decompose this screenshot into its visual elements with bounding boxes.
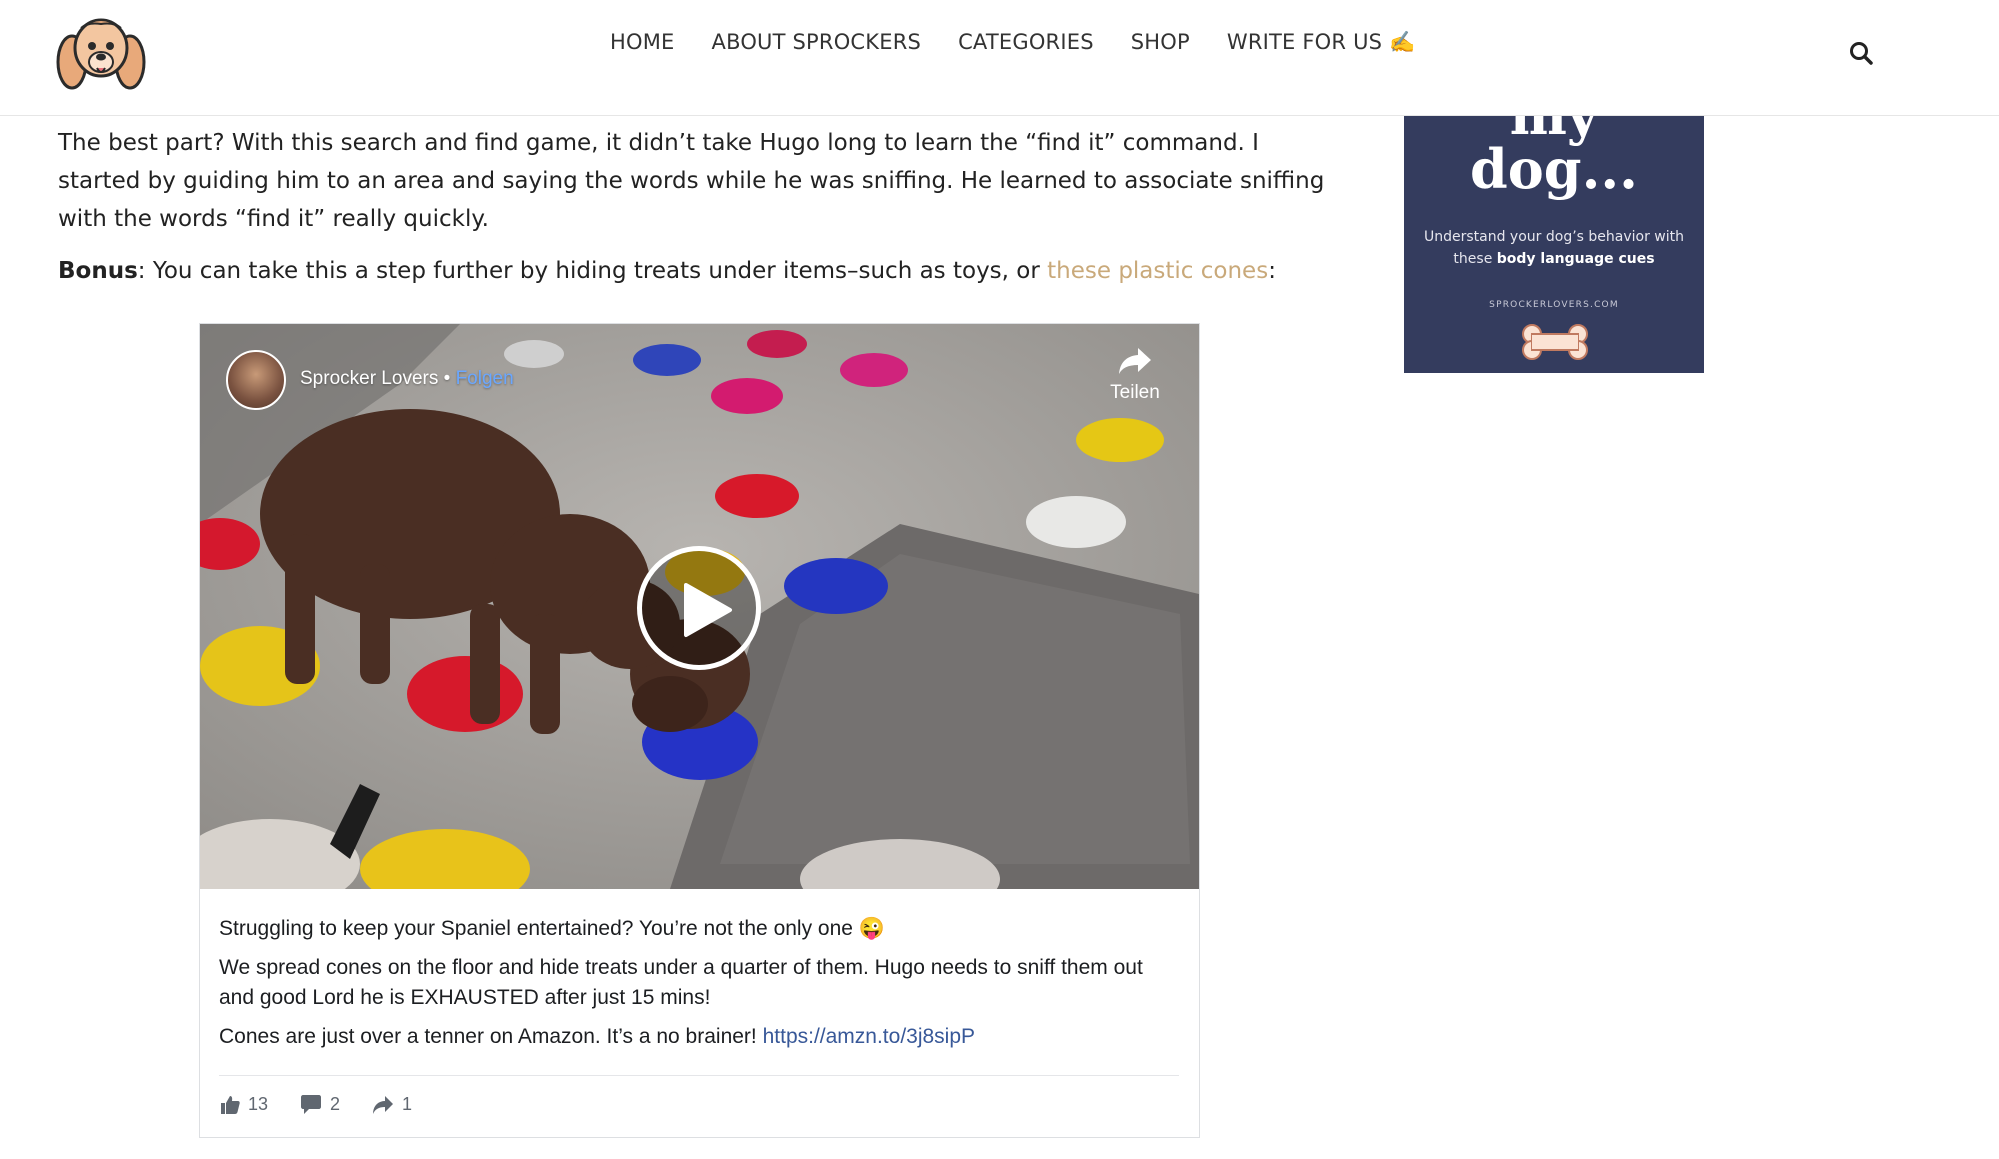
bonus-label: Bonus [58, 258, 138, 284]
site-logo[interactable] [56, 10, 146, 94]
facebook-video-embed: Sprocker Lovers • Folgen Teilen Struggli… [199, 323, 1200, 1138]
nav-categories[interactable]: CATEGORIES [958, 30, 1094, 55]
caption-line-1: Struggling to keep your Spaniel entertai… [219, 917, 885, 940]
share-arrow-icon [1119, 348, 1151, 374]
like-count: 13 [248, 1094, 269, 1114]
bone-icon [1522, 324, 1588, 360]
caption-line-3: Cones are just over a tenner on Amazon. … [219, 1025, 976, 1048]
separator: • [438, 368, 456, 389]
comment-action[interactable]: 2 [300, 1094, 340, 1115]
bonus-end: : [1268, 258, 1276, 284]
amazon-link[interactable]: https://amzn.to/3j8sipP [763, 1025, 975, 1048]
spaniel-dog-logo-icon [56, 18, 146, 90]
article-paragraph: The best part? With this search and find… [58, 130, 1325, 232]
like-action[interactable]: 13 [220, 1094, 268, 1115]
site-header: HOME ABOUT SPROCKERS CATEGORIES SHOP WRI… [0, 0, 1999, 116]
nav-shop[interactable]: SHOP [1131, 30, 1190, 55]
thumbs-up-icon [221, 1095, 240, 1114]
sidebar-ad-banner[interactable]: my dog... Understand your dog’s behavior… [1404, 116, 1704, 373]
main-nav: HOME ABOUT SPROCKERS CATEGORIES SHOP WRI… [610, 30, 1415, 55]
plastic-cones-link[interactable]: these plastic cones [1047, 258, 1268, 284]
nav-home[interactable]: HOME [610, 30, 675, 55]
page-name-text[interactable]: Sprocker Lovers [300, 368, 438, 389]
video-player[interactable]: Sprocker Lovers • Folgen Teilen [200, 324, 1199, 889]
share-label: Teilen [1110, 382, 1160, 403]
nav-about-sprockers[interactable]: ABOUT SPROCKERS [712, 30, 922, 55]
play-icon [684, 583, 732, 637]
bonus-paragraph: Bonus: You can take this a step further … [58, 252, 1328, 290]
search-button[interactable] [1848, 40, 1876, 68]
ad-site-name: SPROCKERLOVERS.COM [1489, 300, 1619, 310]
bonus-text: : You can take this a step further by hi… [137, 258, 1048, 284]
follow-link[interactable]: Folgen [456, 368, 514, 389]
caption-line-2: We spread cones on the floor and hide tr… [219, 956, 1143, 1009]
comment-count: 2 [330, 1094, 341, 1114]
share-button[interactable]: Teilen [1105, 346, 1165, 404]
ad-subtitle: Understand your dog’s behavior with thes… [1423, 229, 1684, 267]
share-action[interactable]: 1 [372, 1094, 412, 1115]
play-button[interactable] [637, 546, 761, 670]
nav-write-for-us[interactable]: WRITE FOR US ✍️ [1227, 30, 1416, 55]
page-name: Sprocker Lovers • Folgen [300, 368, 514, 390]
comment-icon [301, 1094, 322, 1114]
post-actions: 13 2 1 [220, 1094, 412, 1115]
page-avatar[interactable] [226, 350, 286, 410]
search-icon [1850, 42, 1873, 65]
post-caption: Struggling to keep your Spaniel entertai… [219, 914, 1179, 1061]
share-icon [373, 1095, 394, 1114]
share-count: 1 [402, 1094, 413, 1114]
divider [219, 1075, 1179, 1076]
article-body: The best part? With this search and find… [58, 124, 1328, 290]
ad-title: my dog... [1470, 116, 1638, 201]
